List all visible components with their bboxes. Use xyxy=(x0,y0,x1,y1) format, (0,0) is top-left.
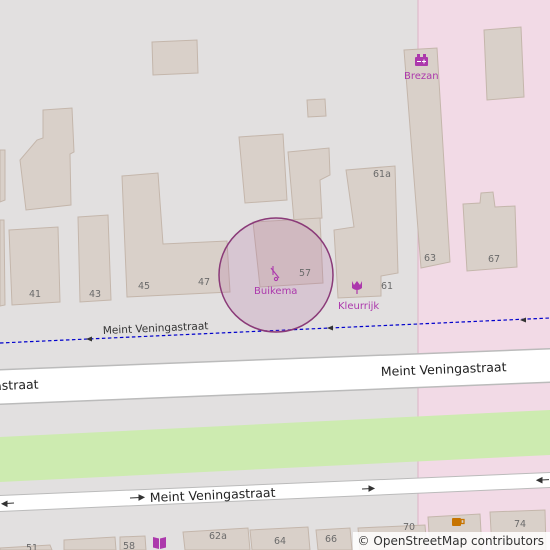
building xyxy=(121,172,231,298)
building xyxy=(287,147,331,222)
building xyxy=(238,133,288,204)
house-number: 74 xyxy=(514,519,526,530)
poi-label-buikema: Buikema xyxy=(254,286,297,297)
house-number: 45 xyxy=(138,281,150,292)
house-number: 43 xyxy=(89,289,101,300)
house-number: 62a xyxy=(209,531,227,542)
poi-label-brezan: Brezan xyxy=(404,71,439,82)
building xyxy=(0,219,6,307)
attribution-link[interactable]: OpenStreetMap contributors xyxy=(373,534,544,548)
building xyxy=(306,98,327,118)
poi-label-kleurrijk: Kleurrijk xyxy=(338,301,379,312)
house-number: 67 xyxy=(488,254,500,265)
copyright-symbol: © xyxy=(357,534,370,548)
building xyxy=(0,149,6,203)
map-canvas[interactable]: 41 43 45 47 57 61 61a 63 67 51 58 62a 64… xyxy=(0,0,550,550)
building xyxy=(483,26,525,101)
building xyxy=(333,165,399,299)
house-number: 58 xyxy=(123,541,135,550)
building xyxy=(151,39,199,76)
attribution: © OpenStreetMap contributors xyxy=(352,532,550,550)
oneway-arrow xyxy=(327,325,333,331)
house-number: 63 xyxy=(424,253,436,264)
house-number: 57 xyxy=(299,268,311,279)
building xyxy=(63,536,117,550)
street-label: Meint Veningastraat xyxy=(149,485,275,505)
house-number: 64 xyxy=(274,536,286,547)
house-number: 61a xyxy=(373,169,391,180)
house-number: 66 xyxy=(325,534,337,545)
house-number: 47 xyxy=(198,277,210,288)
house-number: 61 xyxy=(381,281,393,292)
house-number: 41 xyxy=(29,289,41,300)
oneway-arrow xyxy=(86,336,92,342)
house-number: 51 xyxy=(26,543,38,550)
building xyxy=(19,107,75,211)
bookshop-icon[interactable] xyxy=(153,537,166,549)
